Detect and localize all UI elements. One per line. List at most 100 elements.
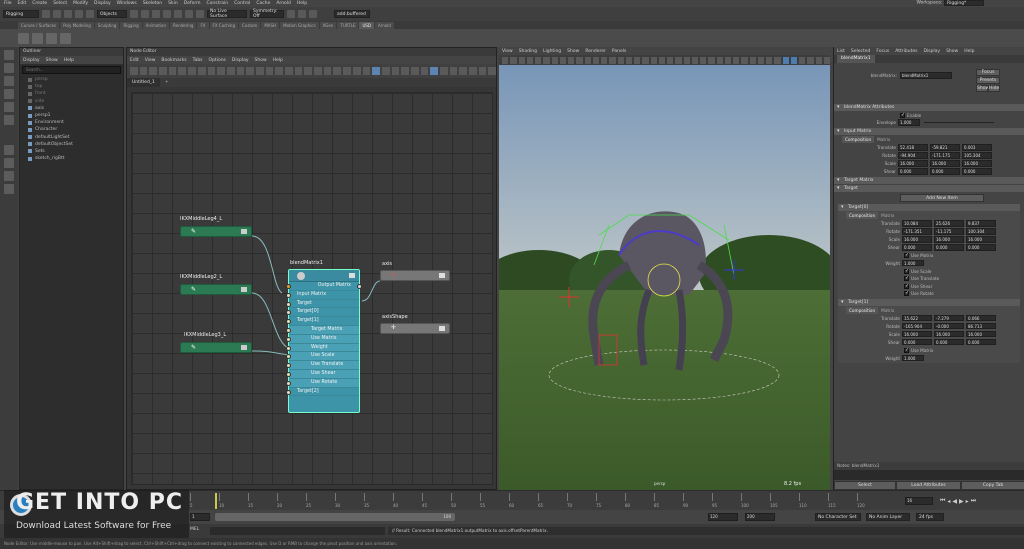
viewport-tool-icon[interactable] [708, 56, 715, 64]
viewport-tool-icon[interactable] [757, 56, 764, 64]
node-tool-icon[interactable] [333, 67, 342, 75]
section-target1[interactable]: Target[1] [838, 298, 1020, 306]
shelf-tab-5[interactable]: Rendering [170, 21, 197, 29]
current-frame-field[interactable]: 16 [905, 497, 933, 505]
section-input-matrix[interactable]: Input Matrix [834, 128, 1024, 135]
redo-icon[interactable] [86, 10, 94, 18]
node-tool-icon[interactable] [149, 67, 158, 75]
rotate-field[interactable]: 100.304 [966, 228, 996, 235]
attr-port[interactable] [286, 319, 291, 325]
t1-weight-field[interactable]: 1.000 [902, 354, 924, 361]
node-menu-tabs[interactable]: Tabs [193, 58, 203, 63]
blend-attr-row[interactable]: Target [286, 300, 359, 309]
attr-port[interactable] [286, 380, 291, 386]
node-axisshape[interactable]: ✛ [380, 323, 450, 334]
t0-use-rotate-checkbox[interactable] [904, 290, 909, 296]
menu-modify[interactable]: Modify [73, 1, 88, 6]
node-menu-display[interactable]: Display [232, 58, 249, 63]
render-settings-icon[interactable] [309, 10, 317, 18]
node-tool-icon[interactable] [188, 67, 196, 75]
scale-field[interactable]: 16.000 [934, 236, 964, 243]
node-tool-icon[interactable] [323, 67, 332, 75]
camera-field[interactable]: add.buffered [334, 10, 370, 18]
blend-attr-row[interactable]: Use Translate [286, 361, 359, 370]
viewport-tool-icon[interactable] [724, 56, 731, 64]
t1-tab-matrix[interactable]: Matrix [878, 308, 897, 313]
t0-weight-field[interactable]: 1.000 [902, 259, 924, 266]
node-tool-icon[interactable] [226, 67, 235, 75]
outliner-item[interactable]: persp1 [20, 112, 123, 119]
viewport-tool-icon[interactable] [807, 56, 814, 64]
viewport-tool-icon[interactable] [774, 56, 781, 64]
viewport-menu-view[interactable]: View [502, 49, 513, 54]
outliner-item[interactable]: side [20, 98, 123, 105]
node-tool-icon[interactable] [246, 67, 254, 75]
node-tool-icon[interactable] [159, 67, 167, 75]
node-menu-icon[interactable] [439, 273, 445, 278]
node-menu-help[interactable]: Help [273, 58, 283, 63]
shear-field[interactable]: 0.000 [934, 244, 964, 251]
translate-field[interactable]: 0.003 [962, 144, 992, 151]
save-scene-icon[interactable] [64, 10, 72, 18]
node-tool-icon[interactable] [139, 67, 148, 75]
node-menu-icon[interactable] [439, 326, 445, 331]
notes-field[interactable] [834, 470, 1024, 480]
section-target[interactable]: Target [834, 185, 1024, 192]
node-menu-icon[interactable] [349, 273, 355, 278]
menu-help[interactable]: Help [297, 1, 307, 6]
node-axis[interactable]: ✎ [380, 270, 450, 281]
scale-field[interactable]: 16.000 [962, 160, 992, 167]
rotate-field[interactable]: 86.713 [966, 322, 996, 329]
viewport-tool-icon[interactable] [584, 56, 591, 64]
go-end-icon[interactable]: ⏭ [971, 497, 976, 505]
viewport-tool-icon[interactable] [823, 56, 830, 64]
node-tool-icon[interactable] [304, 67, 313, 75]
play-back-icon[interactable]: ◀ [952, 498, 957, 505]
viewport-tool-icon[interactable] [559, 56, 566, 64]
viewport-tool-icon[interactable] [782, 56, 789, 64]
attr-menu-attributes[interactable]: Attributes [895, 49, 917, 54]
node-tool-icon[interactable] [459, 67, 468, 75]
node-leg2[interactable]: ✎ [180, 284, 252, 295]
play-icon[interactable]: ▶ [959, 498, 964, 505]
scale-field[interactable]: 16.000 [930, 160, 960, 167]
shear-field[interactable]: 0.000 [934, 338, 964, 345]
outliner-search[interactable]: Search... [22, 66, 121, 74]
attr-port[interactable] [286, 284, 291, 289]
node-name-field[interactable]: blendMatrix1 [900, 72, 952, 79]
translate-field[interactable]: 9.837 [966, 220, 996, 227]
attr-port[interactable] [286, 363, 291, 369]
shelf-tab-14[interactable]: Arnold [375, 21, 394, 29]
add-tab-icon[interactable]: + [160, 78, 174, 87]
attr-node-tab[interactable]: blendMatrix1 [837, 55, 875, 63]
tab-untitled[interactable]: Untitled_1 [127, 78, 160, 87]
viewport-tool-icon[interactable] [683, 56, 690, 64]
attr-menu-display[interactable]: Display [923, 49, 940, 54]
shelf-tab-4[interactable]: Animation [142, 21, 170, 29]
viewport-tool-icon[interactable] [518, 56, 525, 64]
viewport-tool-icon[interactable] [675, 56, 682, 64]
node-tool-icon[interactable] [352, 67, 361, 75]
node-tool-icon[interactable] [130, 67, 138, 75]
outliner-layout-icon[interactable] [4, 184, 14, 194]
rotate-field[interactable]: 105.304 [962, 152, 992, 159]
node-tool-icon[interactable] [265, 67, 274, 75]
node-tool-icon[interactable] [362, 67, 371, 75]
viewport-tool-icon[interactable] [691, 56, 698, 64]
t0-tab-matrix[interactable]: Matrix [878, 213, 897, 218]
node-tool-icon[interactable] [478, 67, 487, 75]
viewport-tool-icon[interactable] [510, 56, 517, 64]
select-tool-icon[interactable] [4, 50, 14, 60]
viewport-tool-icon[interactable] [815, 56, 822, 64]
blend-attr-row[interactable]: Target[0] [286, 308, 359, 318]
viewport-tool-icon[interactable] [650, 56, 657, 64]
viewport-tool-icon[interactable] [526, 56, 533, 64]
node-tool-icon[interactable] [469, 67, 477, 75]
node-tool-icon[interactable] [275, 67, 283, 75]
blend-attr-row[interactable]: Target[2] [286, 388, 359, 397]
shelf-tab-3[interactable]: Rigging [120, 21, 142, 29]
outliner-menu-show[interactable]: Show [46, 58, 58, 63]
load-attributes-button[interactable]: Load Attributes [896, 481, 961, 490]
viewport-menu-lighting[interactable]: Lighting [543, 49, 561, 54]
range-bar[interactable]: 100 [215, 513, 455, 521]
